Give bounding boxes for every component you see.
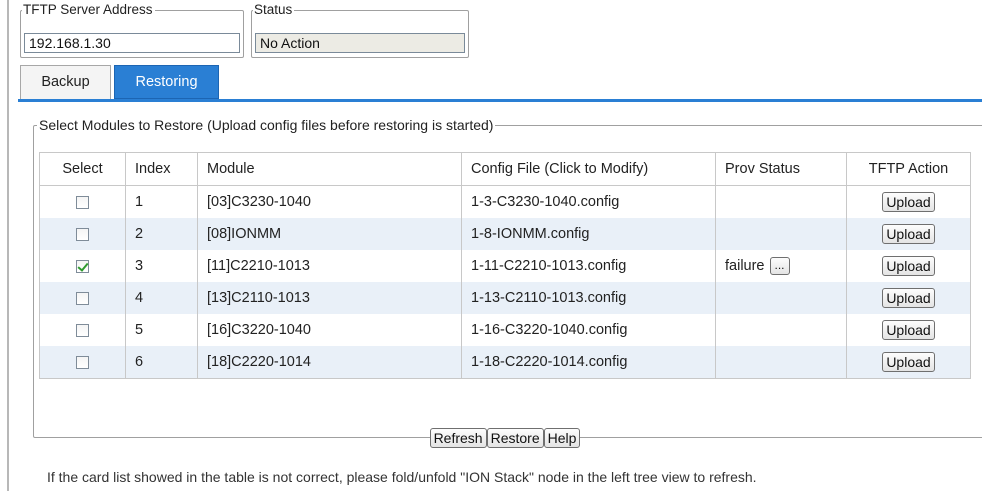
row-module: [08]IONMM: [197, 218, 462, 250]
row-index: 2: [125, 218, 198, 250]
upload-button[interactable]: Upload: [882, 224, 935, 244]
footer-note: If the card list showed in the table is …: [47, 469, 757, 485]
row-module: [16]C3220-1040: [197, 314, 462, 346]
row-config-file[interactable]: 1-3-C3230-1040.config: [461, 185, 716, 218]
row-index: 1: [125, 185, 198, 218]
row-prov-status: [715, 314, 847, 346]
select-checkbox[interactable]: [76, 323, 89, 337]
table-row: 3 [11]C2210-1013 1-11-C2210-1013.config …: [39, 250, 971, 282]
table-row: 2 [08]IONMM 1-8-IONMM.config Upload: [39, 218, 971, 250]
row-module: [18]C2220-1014: [197, 346, 462, 379]
prov-status-text: failure: [725, 258, 765, 274]
upload-button[interactable]: Upload: [882, 256, 935, 276]
row-config-file[interactable]: 1-13-C2110-1013.config: [461, 282, 716, 314]
refresh-button[interactable]: Refresh: [429, 428, 487, 448]
modules-table: Select Index Module Config File (Click t…: [39, 152, 971, 379]
restore-button[interactable]: Restore: [486, 428, 544, 448]
row-config-file[interactable]: 1-8-IONMM.config: [461, 218, 716, 250]
column-header-tftp-action: TFTP Action: [846, 152, 971, 186]
column-header-module: Module: [197, 152, 462, 186]
upload-button[interactable]: Upload: [882, 288, 935, 308]
status-group: Status: [251, 3, 469, 58]
row-prov-status: [715, 185, 847, 218]
row-config-file[interactable]: 1-16-C3220-1040.config: [461, 314, 716, 346]
row-module: [13]C2110-1013: [197, 282, 462, 314]
status-legend: Status: [254, 2, 293, 17]
row-index: 4: [125, 282, 198, 314]
column-header-index: Index: [125, 152, 198, 186]
table-row: 4 [13]C2110-1013 1-13-C2110-1013.config …: [39, 282, 971, 314]
modules-group: Select Modules to Restore (Upload config…: [33, 118, 982, 438]
row-index: 5: [125, 314, 198, 346]
upload-button[interactable]: Upload: [882, 352, 935, 372]
row-prov-status: [715, 282, 847, 314]
status-field: [255, 33, 465, 53]
row-module: [11]C2210-1013: [197, 250, 462, 282]
select-checkbox[interactable]: [76, 259, 89, 273]
row-config-file[interactable]: 1-18-C2220-1014.config: [461, 346, 716, 379]
row-module: [03]C3230-1040: [197, 185, 462, 218]
prov-details-button[interactable]: ...: [769, 257, 790, 275]
column-header-select: Select: [39, 152, 126, 186]
help-button[interactable]: Help: [543, 428, 581, 448]
upload-button[interactable]: Upload: [882, 320, 935, 340]
tftp-server-group: TFTP Server Address: [20, 3, 244, 58]
left-divider: [7, 0, 9, 491]
select-checkbox[interactable]: [76, 227, 89, 241]
tab-restoring[interactable]: Restoring: [114, 65, 219, 99]
tab-backup[interactable]: Backup: [20, 65, 111, 99]
select-checkbox[interactable]: [76, 291, 89, 305]
upload-button[interactable]: Upload: [882, 192, 935, 212]
row-prov-status: [715, 346, 847, 379]
row-index: 6: [125, 346, 198, 379]
select-checkbox[interactable]: [76, 355, 89, 369]
column-header-prov-status: Prov Status: [715, 152, 847, 186]
row-config-file[interactable]: 1-11-C2210-1013.config: [461, 250, 716, 282]
action-buttons: Refresh Restore Help: [20, 428, 982, 448]
select-checkbox[interactable]: [76, 195, 89, 209]
modules-legend: Select Modules to Restore (Upload config…: [39, 117, 494, 133]
restoring-panel: Select Modules to Restore (Upload config…: [20, 102, 982, 460]
table-row: 1 [03]C3230-1040 1-3-C3230-1040.config U…: [39, 185, 971, 218]
row-prov-status: [715, 218, 847, 250]
tftp-server-address-input[interactable]: [24, 33, 240, 53]
table-header-row: Select Index Module Config File (Click t…: [39, 152, 971, 186]
row-index: 3: [125, 250, 198, 282]
table-row: 5 [16]C3220-1040 1-16-C3220-1040.config …: [39, 314, 971, 346]
tftp-server-legend: TFTP Server Address: [23, 2, 153, 17]
row-prov-status: failure...: [715, 250, 847, 282]
column-header-config-file: Config File (Click to Modify): [461, 152, 716, 186]
table-row: 6 [18]C2220-1014 1-18-C2220-1014.config …: [39, 346, 971, 379]
